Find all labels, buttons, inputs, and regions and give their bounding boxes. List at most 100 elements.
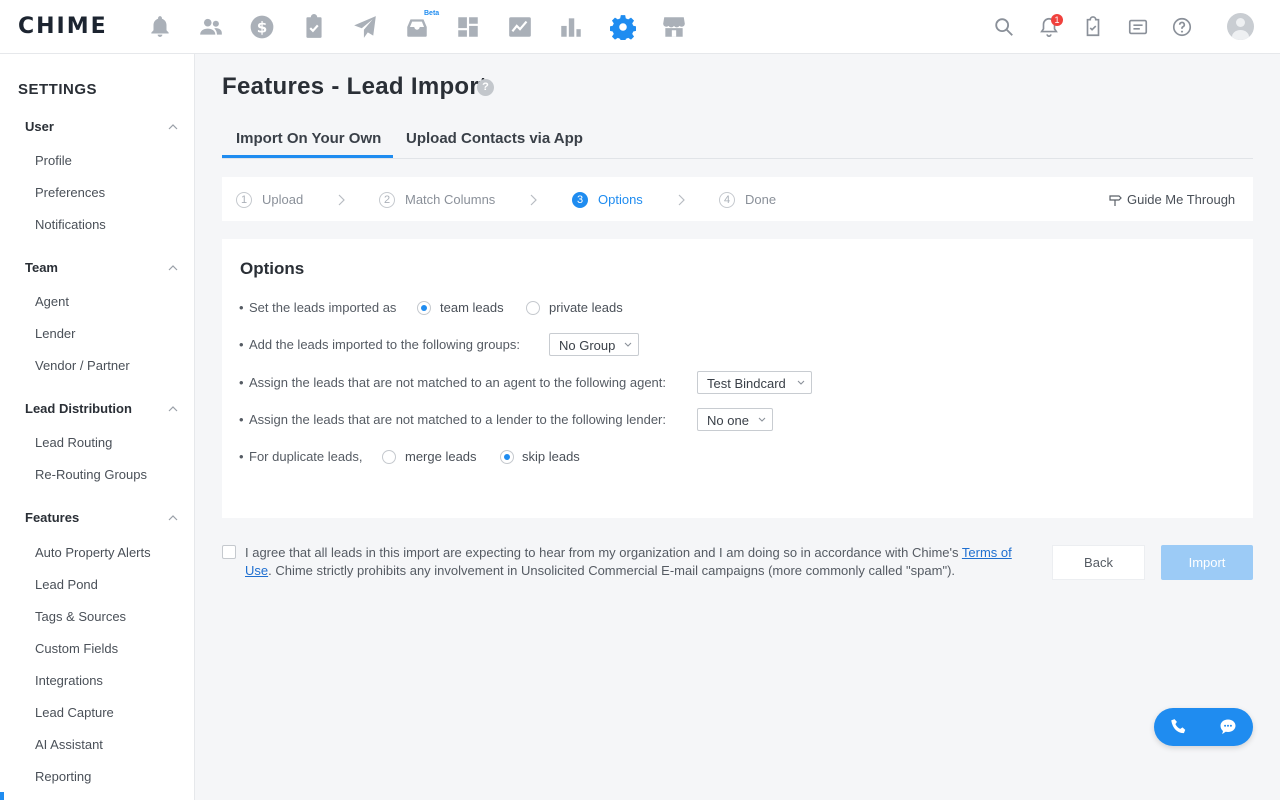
sidebar-item-lead-pond[interactable]: Lead Pond <box>35 577 98 592</box>
import-tabs: Import On Your Own Upload Contacts via A… <box>222 124 1253 159</box>
option-agent-label: • Assign the leads that are not matched t… <box>239 375 667 390</box>
sidebar-item-lead-capture[interactable]: Lead Capture <box>35 705 114 720</box>
help-icon[interactable] <box>1171 16 1193 38</box>
top-nav: CHIME $ Beta 1 <box>0 0 1280 54</box>
store-icon[interactable] <box>661 14 687 40</box>
step-number: 3 <box>572 192 588 208</box>
step-number: 1 <box>236 192 252 208</box>
agreement-checkbox[interactable] <box>222 545 236 559</box>
radio-skip-leads[interactable] <box>500 450 514 464</box>
chevron-up-icon[interactable] <box>168 513 178 523</box>
radio-merge-leads[interactable] <box>382 450 396 464</box>
sidebar-item-lead-routing[interactable]: Lead Routing <box>35 435 112 450</box>
sidebar-item-integrations[interactable]: Integrations <box>35 673 103 688</box>
sidebar-item-tags-sources[interactable]: Tags & Sources <box>35 609 126 624</box>
notification-count-badge: 1 <box>1051 14 1063 26</box>
question-help-icon[interactable]: ? <box>477 79 494 96</box>
option-label: Assign the leads that are not matched to… <box>249 412 666 427</box>
settings-sidebar: SETTINGS User Profile Preferences Notifi… <box>0 54 195 800</box>
dashboard-icon[interactable] <box>455 14 481 40</box>
option-groups-label: • Add the leads imported to the following… <box>239 337 521 352</box>
chevron-up-icon[interactable] <box>168 122 178 132</box>
sidebar-item-vendor-partner[interactable]: Vendor / Partner <box>35 358 130 373</box>
agent-select-value: Test Bindcard <box>707 376 786 391</box>
page-title: Features - Lead Import <box>222 73 488 100</box>
gear-icon[interactable] <box>610 14 636 40</box>
sidebar-item-notifications[interactable]: Notifications <box>35 217 106 232</box>
message-icon[interactable] <box>1127 16 1149 38</box>
search-icon[interactable] <box>993 16 1015 38</box>
sidebar-active-indicator <box>0 792 4 800</box>
sidebar-item-reporting[interactable]: Reporting <box>35 769 91 784</box>
radio-team-leads[interactable] <box>417 301 431 315</box>
option-duplicates-label: • For duplicate leads, <box>239 449 363 464</box>
import-button[interactable]: Import <box>1161 545 1253 580</box>
radio-label-team-leads[interactable]: team leads <box>440 300 504 315</box>
bar-chart-icon[interactable] <box>558 14 584 40</box>
radio-private-leads[interactable] <box>526 301 540 315</box>
sidebar-item-custom-fields[interactable]: Custom Fields <box>35 641 118 656</box>
sidebar-group-features[interactable]: Features <box>25 510 79 525</box>
radio-label-private-leads[interactable]: private leads <box>549 300 623 315</box>
chart-line-icon[interactable] <box>507 14 533 40</box>
active-tab-underline <box>222 155 393 158</box>
chevron-right-icon <box>336 194 346 206</box>
radio-label-merge-leads[interactable]: merge leads <box>405 449 477 464</box>
step-match-columns: Match Columns <box>405 192 496 207</box>
send-icon[interactable] <box>352 14 378 40</box>
phone-icon[interactable] <box>1169 717 1189 737</box>
dollar-icon[interactable]: $ <box>249 14 275 40</box>
sidebar-item-auto-property-alerts[interactable]: Auto Property Alerts <box>35 545 151 560</box>
sidebar-item-agent[interactable]: Agent <box>35 294 69 309</box>
back-button[interactable]: Back <box>1052 545 1145 580</box>
sidebar-title: SETTINGS <box>18 81 98 98</box>
sidebar-item-ai-assistant[interactable]: AI Assistant <box>35 737 103 752</box>
chime-logo[interactable]: CHIME <box>18 14 108 39</box>
step-done: Done <box>745 192 777 207</box>
lender-select-value: No one <box>707 413 749 428</box>
clipboard-check-icon[interactable] <box>301 14 327 40</box>
tab-upload-contacts-via-app[interactable]: Upload Contacts via App <box>406 130 583 147</box>
import-steps: 1 Upload 2 Match Columns 3 Options 4 Don… <box>222 177 1253 221</box>
contact-widget <box>1154 708 1253 746</box>
sidebar-group-user[interactable]: User <box>25 119 54 134</box>
inbox-icon[interactable] <box>404 14 430 40</box>
step-options: Options <box>598 192 643 207</box>
groups-select-value: No Group <box>559 338 616 353</box>
groups-select[interactable]: No Group <box>549 333 639 356</box>
people-icon[interactable] <box>198 14 224 40</box>
option-lender-label: • Assign the leads that are not matched t… <box>239 412 666 427</box>
agreement-text: I agree that all leads in this import ar… <box>245 544 1040 580</box>
task-check-icon[interactable] <box>1082 16 1104 38</box>
svg-text:$: $ <box>257 18 268 36</box>
option-label: Assign the leads that are not matched to… <box>249 375 667 390</box>
sidebar-group-team[interactable]: Team <box>25 260 58 275</box>
options-title: Options <box>240 259 305 278</box>
option-label: Set the leads imported as <box>249 300 397 315</box>
option-imported-as-label: • Set the leads imported as <box>239 300 397 315</box>
chevron-right-icon <box>528 194 538 206</box>
sidebar-group-lead-distribution[interactable]: Lead Distribution <box>25 401 132 416</box>
lender-select[interactable]: No one <box>697 408 773 431</box>
signpost-icon[interactable] <box>1108 193 1122 207</box>
chat-icon[interactable] <box>1218 717 1238 737</box>
sidebar-item-lender[interactable]: Lender <box>35 326 75 341</box>
chevron-down-icon <box>624 342 632 348</box>
step-number: 2 <box>379 192 395 208</box>
radio-label-skip-leads[interactable]: skip leads <box>522 449 580 464</box>
step-upload: Upload <box>262 192 304 207</box>
beta-badge: Beta <box>424 10 440 17</box>
chevron-up-icon[interactable] <box>168 404 178 414</box>
sidebar-item-preferences[interactable]: Preferences <box>35 185 105 200</box>
sidebar-item-re-routing-groups[interactable]: Re-Routing Groups <box>35 467 147 482</box>
chevron-up-icon[interactable] <box>168 263 178 273</box>
guide-me-through-link[interactable]: Guide Me Through <box>1127 192 1235 207</box>
bell-icon[interactable] <box>147 14 173 40</box>
step-number: 4 <box>719 192 735 208</box>
agent-select[interactable]: Test Bindcard <box>697 371 812 394</box>
agreement-text-after: . Chime strictly prohibits any involveme… <box>268 563 956 578</box>
option-label: For duplicate leads, <box>249 449 363 464</box>
avatar[interactable] <box>1227 13 1254 40</box>
tab-import-on-your-own[interactable]: Import On Your Own <box>236 130 381 147</box>
sidebar-item-profile[interactable]: Profile <box>35 153 72 168</box>
